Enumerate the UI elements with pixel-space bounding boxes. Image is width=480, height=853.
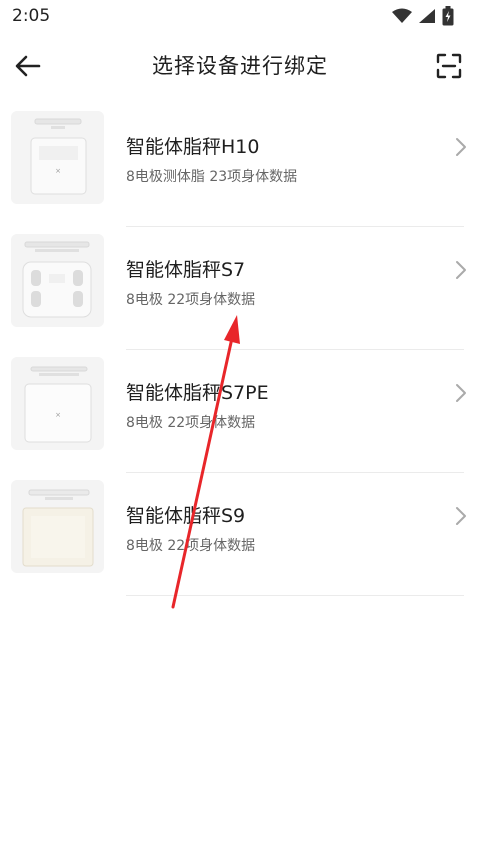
wifi-icon: [392, 8, 412, 28]
device-item-h10[interactable]: × 智能体脂秤H10 8电极测体脂 23项身体数据: [0, 104, 480, 227]
device-name: 智能体脂秤S9: [126, 505, 246, 527]
device-image: [11, 480, 104, 573]
status-icons: [392, 6, 454, 30]
device-name: 智能体脂秤S7PE: [126, 382, 269, 404]
battery-charging-icon: [442, 6, 454, 30]
device-item-s7[interactable]: 智能体脂秤S7 8电极 22项身体数据: [0, 227, 480, 350]
screen: 2:05 选择设备进行绑定 × 智能体脂秤H10 8电极测体脂 23项身体数据 …: [0, 0, 480, 853]
page-title: 选择设备进行绑定: [152, 54, 328, 78]
status-time: 2:05: [12, 6, 51, 26]
device-desc: 8电极 22项身体数据: [126, 415, 256, 431]
scan-icon: [436, 53, 462, 79]
device-item-s7pe[interactable]: × 智能体脂秤S7PE 8电极 22项身体数据: [0, 350, 480, 473]
divider: [126, 595, 464, 596]
device-name: 智能体脂秤H10: [126, 136, 260, 158]
chevron-right-icon: [456, 507, 466, 525]
chevron-right-icon: [456, 138, 466, 156]
device-image: ×: [11, 357, 104, 450]
device-image: [11, 234, 104, 327]
chevron-right-icon: [456, 384, 466, 402]
device-desc: 8电极 22项身体数据: [126, 292, 256, 308]
scan-button[interactable]: [432, 49, 466, 83]
device-desc: 8电极 22项身体数据: [126, 538, 256, 554]
header: 选择设备进行绑定: [0, 34, 480, 94]
chevron-right-icon: [456, 261, 466, 279]
device-desc: 8电极测体脂 23项身体数据: [126, 169, 298, 185]
signal-icon: [418, 8, 436, 28]
svg-text:×: ×: [55, 167, 61, 175]
status-bar: 2:05: [0, 0, 480, 34]
device-list: × 智能体脂秤H10 8电极测体脂 23项身体数据 智能体脂秤S7 8电极 22…: [0, 104, 480, 596]
svg-text:×: ×: [55, 411, 61, 419]
device-image: ×: [11, 111, 104, 204]
device-name: 智能体脂秤S7: [126, 259, 246, 281]
device-item-s9[interactable]: 智能体脂秤S9 8电极 22项身体数据: [0, 473, 480, 596]
